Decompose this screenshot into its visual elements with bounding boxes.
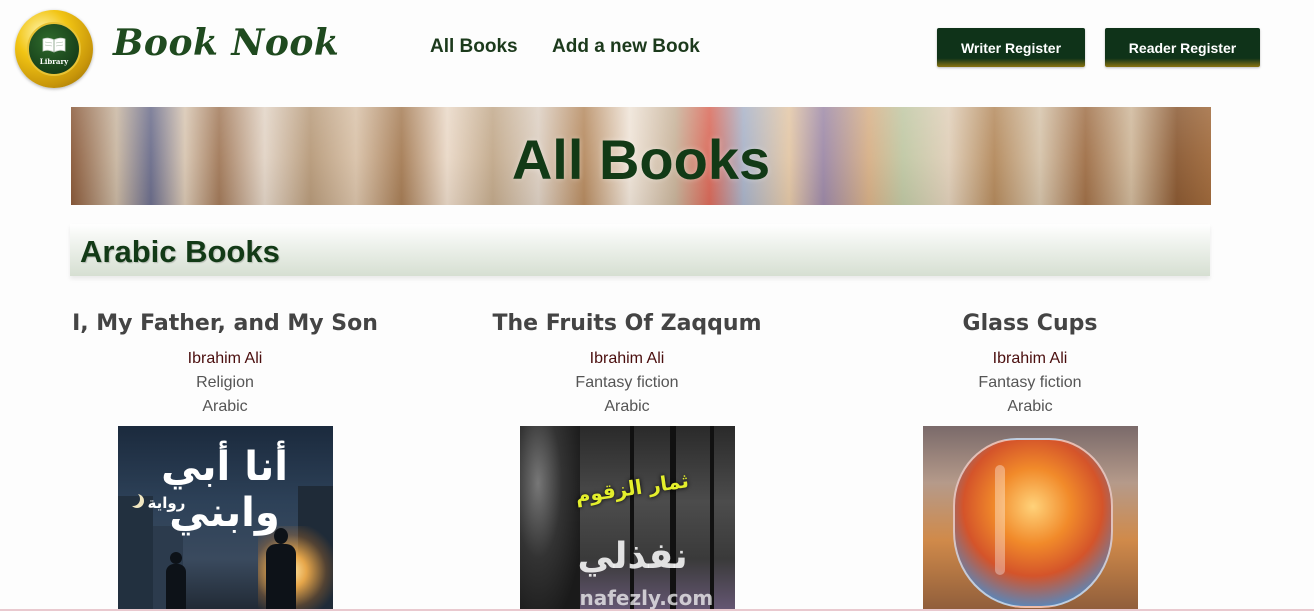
book-language: Arabic <box>1007 398 1053 415</box>
book-cover-image[interactable]: أنا أبي وابني رواية <box>117 426 333 611</box>
header: Library Book Nook All Books Add a new Bo… <box>0 0 1314 100</box>
cover-subtitle: رواية <box>147 494 186 512</box>
cover-skull <box>519 426 580 611</box>
brand-name[interactable]: Book Nook <box>113 22 339 64</box>
cover-tree <box>629 426 634 611</box>
man-figure <box>265 528 296 611</box>
book-title[interactable]: I, My Father, and My Son <box>65 308 385 342</box>
book-author: Ibrahim Ali <box>187 350 263 367</box>
book-genre: Fantasy fiction <box>978 374 1082 391</box>
book-card[interactable]: The Fruits Of Zaqqum Ibrahim Ali Fantasy… <box>467 308 787 611</box>
boy-figure <box>165 552 186 611</box>
cover-watermark: نفذلي <box>577 536 688 577</box>
cover-tree <box>669 426 676 611</box>
nav-all-books[interactable]: All Books <box>430 36 518 58</box>
cover-glass <box>952 438 1113 608</box>
nav-add-book[interactable]: Add a new Book <box>552 36 700 58</box>
book-author: Ibrahim Ali <box>992 350 1068 367</box>
logo-inner: Library <box>27 22 81 76</box>
book-language: Arabic <box>604 398 650 415</box>
book-author: Ibrahim Ali <box>589 350 665 367</box>
page-title: All Books <box>511 128 771 191</box>
book-genre: Religion <box>196 374 254 391</box>
section-title: Arabic Books <box>80 234 280 269</box>
book-cover-image[interactable] <box>922 426 1138 611</box>
book-card[interactable]: I, My Father, and My Son Ibrahim Ali Rel… <box>65 308 385 611</box>
book-genre: Fantasy fiction <box>575 374 679 391</box>
cover-title: أنا أبي وابني <box>161 444 288 536</box>
book-card[interactable]: Glass Cups Ibrahim Ali Fantasy fiction A… <box>870 308 1190 611</box>
logo-text: Library <box>39 57 69 66</box>
hero-banner: All Books <box>71 107 1211 205</box>
book-title[interactable]: Glass Cups <box>870 308 1190 342</box>
moon-icon <box>126 492 140 506</box>
writer-register-button[interactable]: Writer Register <box>937 28 1085 67</box>
glass-shine <box>994 465 1005 575</box>
cover-tree <box>709 426 714 611</box>
book-cover-image[interactable]: ثمار الزقوم نفذلي nafezly.com <box>519 426 735 611</box>
section-header: Arabic Books <box>70 224 1210 276</box>
book-title[interactable]: The Fruits Of Zaqqum <box>467 308 787 342</box>
cover-watermark-url: nafezly.com <box>579 586 714 610</box>
library-logo[interactable]: Library <box>15 10 93 88</box>
reader-register-button[interactable]: Reader Register <box>1105 28 1260 67</box>
book-language: Arabic <box>202 398 248 415</box>
book-icon <box>42 37 66 53</box>
